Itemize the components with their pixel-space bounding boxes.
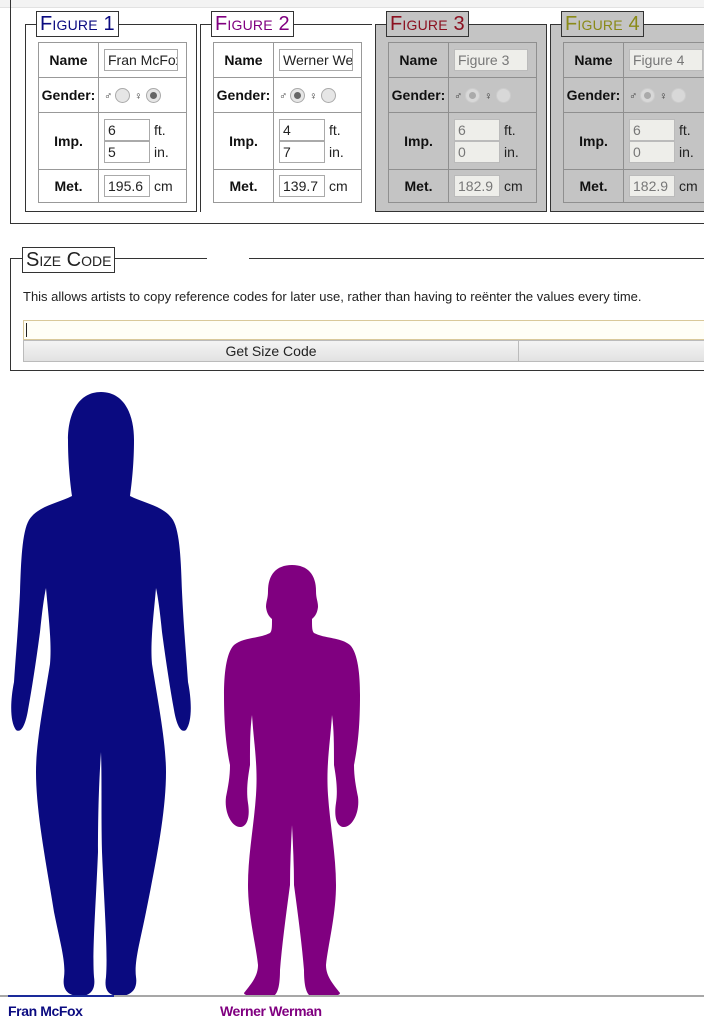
feet-input[interactable]: 4 [279, 119, 325, 141]
male-symbol-icon: ♂ [104, 89, 113, 102]
metric-label: Met. [563, 169, 624, 203]
cm-input[interactable]: 182.9 [454, 175, 500, 197]
name-input[interactable]: Fran McFox [104, 49, 178, 71]
inches-unit: in. [679, 144, 694, 160]
get-size-code-button[interactable]: Get Size Code [23, 340, 519, 362]
figures-panel: Figure 1 Name Fran McFox Gender: ♂ ♀ Imp.… [10, 0, 704, 224]
female-symbol-icon: ♀ [659, 89, 668, 102]
load-size-code-button[interactable] [518, 340, 704, 362]
figure-form-table: Name Fran McFox Gender: ♂ ♀ Imp. 6 ft. 5 in… [38, 42, 187, 203]
figure-2-card: Figure 2 Name Werner Wer Gender: ♂ ♀ Imp.… [200, 11, 372, 212]
name-input[interactable]: Figure 3 [454, 49, 528, 71]
cm-unit: cm [329, 178, 348, 194]
cm-input[interactable]: 139.7 [279, 175, 325, 197]
imperial-label: Imp. [213, 112, 274, 170]
cm-input[interactable]: 182.9 [629, 175, 675, 197]
lineup-label-figure-1: Fran McFox [8, 1003, 83, 1019]
metric-label: Met. [38, 169, 99, 203]
figure-1-card: Figure 1 Name Fran McFox Gender: ♂ ♀ Imp.… [25, 11, 197, 212]
size-code-legend: Size Code [22, 247, 116, 273]
male-radio[interactable] [465, 88, 481, 104]
cm-unit: cm [504, 178, 523, 194]
feet-input[interactable]: 6 [454, 119, 500, 141]
name-input[interactable]: Werner Wer [279, 49, 353, 71]
figure-1-silhouette [11, 392, 191, 996]
male-silhouette-shape [224, 565, 360, 997]
legend-gap [207, 257, 249, 260]
name-label: Name [213, 42, 274, 78]
female-symbol-icon: ♀ [309, 89, 318, 102]
figure-form-table: Name Werner Wer Gender: ♂ ♀ Imp. 4 ft. 7 in… [213, 42, 362, 203]
inches-input[interactable]: 0 [629, 141, 675, 163]
feet-unit: ft. [504, 122, 516, 138]
name-input[interactable]: Figure 4 [629, 49, 703, 71]
imperial-label: Imp. [38, 112, 99, 170]
inches-unit: in. [504, 144, 519, 160]
feet-input[interactable]: 6 [629, 119, 675, 141]
name-label: Name [563, 42, 624, 78]
imperial-label: Imp. [388, 112, 449, 170]
inches-input[interactable]: 5 [104, 141, 150, 163]
male-radio[interactable] [115, 88, 131, 104]
female-symbol-icon: ♀ [484, 89, 493, 102]
size-code-input[interactable] [23, 320, 704, 340]
female-radio[interactable] [320, 88, 336, 104]
imperial-label: Imp. [563, 112, 624, 170]
figure-form-table: Name Figure 4 Gender: ♂ ♀ Imp. 6 ft. 0 in. … [563, 42, 704, 203]
metric-label: Met. [388, 169, 449, 203]
male-symbol-icon: ♂ [454, 89, 463, 102]
figure-legend: Figure 4 [561, 11, 644, 37]
female-radio[interactable] [670, 88, 686, 104]
male-symbol-icon: ♂ [629, 89, 638, 102]
figure-4-card: Figure 4 Name Figure 4 Gender: ♂ ♀ Imp. 6… [550, 11, 704, 212]
gender-label: Gender: [388, 77, 449, 113]
name-label: Name [388, 42, 449, 78]
feet-input[interactable]: 6 [104, 119, 150, 141]
size-code-panel: Size Code This allows artists to copy re… [10, 247, 704, 371]
female-radio[interactable] [145, 88, 161, 104]
figure-legend: Figure 1 [36, 11, 119, 37]
cm-unit: cm [679, 178, 698, 194]
inches-input[interactable]: 0 [454, 141, 500, 163]
metric-label: Met. [213, 169, 274, 203]
inches-unit: in. [154, 144, 169, 160]
gender-label: Gender: [38, 77, 99, 113]
text-caret [26, 323, 27, 337]
feet-unit: ft. [329, 122, 341, 138]
lineup-label-figure-2: Werner Werman [220, 1003, 322, 1019]
inches-input[interactable]: 7 [279, 141, 325, 163]
male-radio[interactable] [640, 88, 656, 104]
cm-unit: cm [154, 178, 173, 194]
figure-3-card: Figure 3 Name Figure 3 Gender: ♂ ♀ Imp. 6… [375, 11, 547, 212]
size-code-description: This allows artists to copy reference co… [23, 289, 642, 304]
figure-legend: Figure 3 [386, 11, 469, 37]
male-symbol-icon: ♂ [279, 89, 288, 102]
male-radio[interactable] [290, 88, 306, 104]
feet-unit: ft. [154, 122, 166, 138]
gender-label: Gender: [563, 77, 624, 113]
figure-form-table: Name Figure 3 Gender: ♂ ♀ Imp. 6 ft. 0 in. … [388, 42, 537, 203]
female-radio[interactable] [495, 88, 511, 104]
name-label: Name [38, 42, 99, 78]
female-silhouette-shape [11, 392, 191, 996]
cm-input[interactable]: 195.6 [104, 175, 150, 197]
female-symbol-icon: ♀ [134, 89, 143, 102]
figure-2-silhouette [224, 565, 360, 997]
inches-unit: in. [329, 144, 344, 160]
feet-unit: ft. [679, 122, 691, 138]
gender-label: Gender: [213, 77, 274, 113]
figure-legend: Figure 2 [211, 11, 294, 37]
figure-1-ground-marker [8, 995, 114, 997]
